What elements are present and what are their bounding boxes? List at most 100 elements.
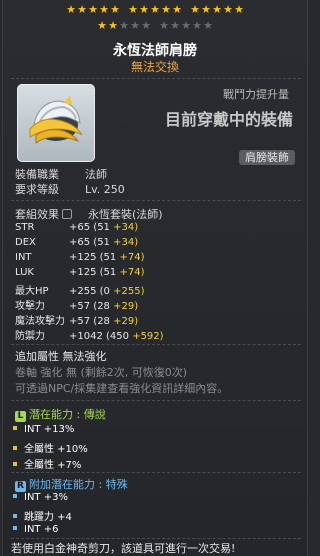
star-icon: ★ bbox=[110, 3, 120, 16]
stat-base: (51 bbox=[99, 252, 120, 263]
star-icon: ★ bbox=[234, 3, 244, 16]
requirement-job: 裝備職業 法師 bbox=[15, 166, 107, 182]
stat-name: LUK bbox=[15, 267, 34, 278]
star-icon: ★ bbox=[181, 19, 191, 32]
stat-row: LUK +125 (51 +74) bbox=[15, 267, 144, 278]
stat-total: +57 bbox=[69, 301, 94, 312]
star-icon: ★ bbox=[97, 19, 107, 32]
stat-bonus: +29) bbox=[113, 316, 139, 327]
stat-row: STR +65 (51 +34) bbox=[15, 222, 138, 233]
set-effect[interactable]: 套組效果 永恆套裝(法師) bbox=[15, 206, 163, 222]
divider bbox=[11, 538, 301, 539]
stat-total: +125 bbox=[69, 267, 100, 278]
star-icon: ★ bbox=[66, 3, 76, 16]
stat-bonus: +592) bbox=[132, 331, 164, 342]
stat-name: 最大HP bbox=[15, 286, 49, 297]
potential-line: 全屬性 +10% bbox=[13, 440, 88, 455]
npc-info: 可透過NPC/採集建查看強化資訊詳細內容。 bbox=[15, 382, 229, 395]
stat-bonus: +255) bbox=[113, 286, 145, 297]
item-icon-frame bbox=[17, 84, 95, 162]
stat-row: 魔法攻擊力 +57 (28 +29) bbox=[15, 312, 138, 327]
lock-icon bbox=[62, 209, 72, 219]
stat-base: (51 bbox=[93, 222, 114, 233]
stat-name: 攻擊力 bbox=[15, 301, 45, 312]
stat-name: INT bbox=[15, 252, 32, 263]
set-effect-label: 套組效果 bbox=[15, 208, 59, 221]
stat-row: 防禦力 +1042 (450 +592) bbox=[15, 327, 164, 342]
potential-header: L 潛在能力 : 傳說 bbox=[15, 406, 106, 422]
additional-attribute: 追加屬性 無法強化 bbox=[15, 350, 107, 363]
requirement-level: 要求等級 Lv. 250 bbox=[15, 181, 125, 197]
star-icon: ★ bbox=[130, 19, 140, 32]
stat-bonus: +74) bbox=[119, 252, 145, 263]
stat-base: (28 bbox=[93, 316, 114, 327]
star-icon: ★ bbox=[192, 19, 202, 32]
item-tooltip: ★★★★★ ★★★★★ ★★★★★ ★★★★★ ★★★★★ 永恆法師肩膀 無法交換 戰… bbox=[2, 0, 308, 556]
requirement-value: Lv. 250 bbox=[85, 183, 125, 196]
additional-potential-label: 附加潛在能力 : 特殊 bbox=[29, 478, 128, 491]
star-icon: ★ bbox=[223, 3, 233, 16]
star-icon: ★ bbox=[170, 19, 180, 32]
stat-total: +65 bbox=[69, 237, 94, 248]
additional-potential-line: INT +6 bbox=[13, 524, 58, 535]
shoulder-helmet-icon bbox=[29, 95, 83, 144]
star-icon: ★ bbox=[139, 3, 149, 16]
stat-name: STR bbox=[15, 222, 35, 233]
bullet-icon bbox=[13, 514, 17, 518]
slot-badge: 肩膀裝飾 bbox=[239, 150, 295, 165]
rare-badge-icon: R bbox=[15, 481, 26, 492]
divider bbox=[11, 400, 301, 401]
stat-name: 魔法攻擊力 bbox=[15, 316, 65, 327]
stat-row: 最大HP +255 (0 +255) bbox=[15, 282, 144, 297]
stat-bonus: +29) bbox=[113, 301, 139, 312]
star-icon: ★ bbox=[203, 19, 213, 32]
stat-base: (28 bbox=[93, 301, 114, 312]
stat-bonus: +34) bbox=[113, 237, 139, 248]
platinum-scissors-note: 若使用白金神奇剪刀，該道具可進行一次交易! bbox=[11, 542, 236, 555]
item-name: 永恆法師肩膀 bbox=[113, 43, 197, 59]
stat-total: +1042 bbox=[69, 331, 107, 342]
star-icon: ★ bbox=[150, 3, 160, 16]
star-icon: ★ bbox=[172, 3, 182, 16]
bullet-icon bbox=[13, 446, 17, 450]
attack-power-increase-label: 戰鬥力提升量 bbox=[223, 88, 289, 101]
stat-row: DEX +65 (51 +34) bbox=[15, 237, 138, 248]
star-icon: ★ bbox=[88, 3, 98, 16]
divider bbox=[11, 472, 301, 473]
stat-row: INT +125 (51 +74) bbox=[15, 252, 144, 263]
star-icon: ★ bbox=[201, 3, 211, 16]
stat-total: +65 bbox=[69, 222, 94, 233]
bullet-icon bbox=[13, 494, 17, 498]
stat-base: (450 bbox=[106, 331, 133, 342]
stat-total: +255 bbox=[69, 286, 100, 297]
star-icon: ★ bbox=[77, 3, 87, 16]
star-icon: ★ bbox=[159, 19, 169, 32]
star-icon: ★ bbox=[119, 19, 129, 32]
stat-bonus: +34) bbox=[113, 222, 139, 233]
additional-potential-line: 跳躍力 +4 bbox=[13, 508, 72, 523]
potential-label: 潛在能力 : 傳說 bbox=[29, 408, 106, 421]
bullet-icon bbox=[13, 526, 17, 530]
stat-base: (51 bbox=[99, 267, 120, 278]
requirement-key: 要求等級 bbox=[15, 183, 59, 196]
potential-line: 全屬性 +7% bbox=[13, 456, 81, 471]
additional-potential-header: R 附加潛在能力 : 特殊 bbox=[15, 476, 128, 492]
stat-bonus: +74) bbox=[119, 267, 145, 278]
stat-name: 防禦力 bbox=[15, 331, 45, 342]
set-name: 永恆套裝(法師) bbox=[88, 208, 163, 221]
star-force-row-1: ★★★★★ ★★★★★ ★★★★★ bbox=[3, 2, 307, 16]
stat-name: DEX bbox=[15, 237, 36, 248]
stat-base: (0 bbox=[99, 286, 114, 297]
divider bbox=[11, 78, 301, 79]
star-icon: ★ bbox=[128, 3, 138, 16]
scroll-info: 卷軸 強化 無 (剩餘2次, 可恢復0次) bbox=[15, 366, 188, 379]
trade-status: 無法交換 bbox=[130, 60, 179, 74]
star-icon: ★ bbox=[108, 19, 118, 32]
divider bbox=[11, 344, 301, 345]
potential-line: INT +13% bbox=[13, 424, 74, 435]
requirement-value: 法師 bbox=[85, 168, 107, 181]
star-icon: ★ bbox=[99, 3, 109, 16]
additional-potential-line: INT +3% bbox=[13, 492, 68, 503]
currently-equipped-text: 目前穿戴中的裝備 bbox=[164, 110, 293, 129]
requirement-key: 裝備職業 bbox=[15, 168, 59, 181]
